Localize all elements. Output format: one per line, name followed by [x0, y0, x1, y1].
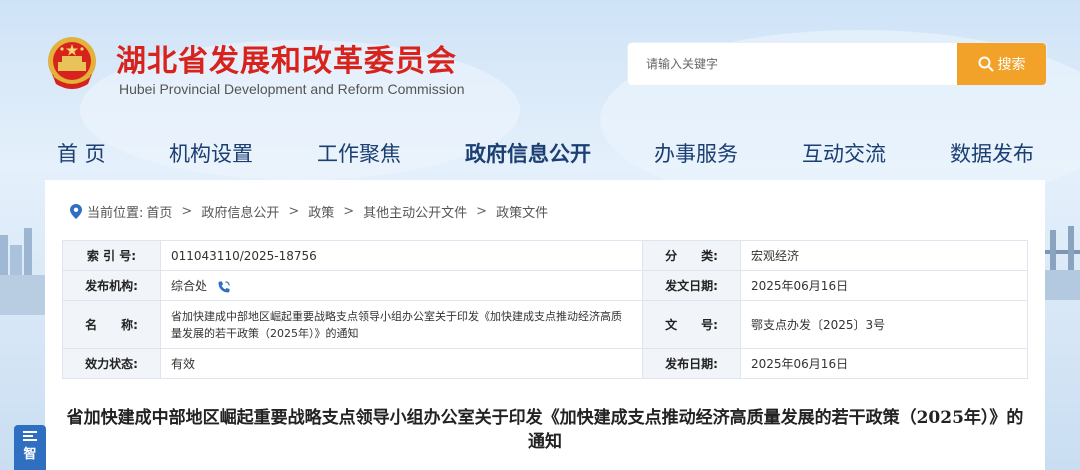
table-row: 效力状态: 有效 发布日期: 2025年06月16日: [62, 348, 1028, 379]
nav-item-organization[interactable]: 机构设置: [169, 138, 253, 168]
breadcrumb-home[interactable]: 首页: [146, 202, 172, 221]
status-label: 效力状态:: [62, 348, 161, 379]
name-label: 名 称:: [62, 300, 161, 349]
nav-item-work-focus[interactable]: 工作聚焦: [317, 138, 401, 168]
side-tab-label: 智: [23, 447, 37, 462]
breadcrumb-prefix: 当前位置:: [87, 206, 144, 221]
main-nav: 首 页 机构设置 工作聚焦 政府信息公开 办事服务 互动交流 数据发布: [0, 138, 1080, 178]
nav-item-interaction[interactable]: 互动交流: [802, 138, 886, 168]
search-icon: [978, 56, 993, 72]
phone-icon[interactable]: [217, 280, 231, 294]
issue-date-label: 发文日期:: [642, 270, 741, 301]
chevron-right-icon: >: [343, 204, 355, 219]
chevron-right-icon: >: [181, 204, 193, 219]
issue-date-value: 2025年06月16日: [740, 270, 1028, 301]
table-row: 发布机构: 综合处 发文日期: 2025年06月16日: [62, 270, 1028, 301]
side-smart-tab[interactable]: 智: [14, 425, 46, 470]
publish-date-value: 2025年06月16日: [740, 348, 1028, 379]
index-label: 索 引 号:: [62, 240, 161, 271]
document-meta-table: 索 引 号: 011043110/2025-18756 分 类: 宏观经济 发布…: [62, 240, 1028, 379]
breadcrumb-other-docs[interactable]: 其他主动公开文件: [363, 202, 467, 221]
site-title: 湖北省发展和改革委员会: [116, 44, 457, 79]
document-title: 省加快建成中部地区崛起重要战略支点领导小组办公室关于印发《加快建成支点推动经济高…: [66, 408, 1024, 452]
issuer-cell: 综合处: [160, 270, 643, 301]
docno-label: 文 号:: [642, 300, 741, 349]
table-row: 名 称: 省加快建成中部地区崛起重要战略支点领导小组办公室关于印发《加快建成支点…: [62, 300, 1028, 349]
breadcrumb: 当前位置: 首页 > 政府信息公开 > 政策 > 其他主动公开文件 > 政策文件: [70, 202, 548, 221]
index-value: 011043110/2025-18756: [160, 240, 643, 271]
site-subtitle: Hubei Provincial Development and Reform …: [119, 81, 465, 97]
category-value: 宏观经济: [740, 240, 1028, 271]
national-emblem-icon: [48, 37, 96, 89]
docno-value: 鄂支点办发〔2025〕3号: [740, 300, 1028, 349]
nav-item-data-release[interactable]: 数据发布: [950, 138, 1034, 168]
nav-item-home[interactable]: 首 页: [57, 138, 106, 168]
nav-item-services[interactable]: 办事服务: [654, 138, 738, 168]
breadcrumb-gov-info[interactable]: 政府信息公开: [201, 202, 279, 221]
name-cell: 省加快建成中部地区崛起重要战略支点领导小组办公室关于印发《加快建成支点推动经济高…: [160, 300, 643, 349]
content-panel: 当前位置: 首页 > 政府信息公开 > 政策 > 其他主动公开文件 > 政策文件…: [45, 180, 1045, 470]
category-label: 分 类:: [642, 240, 741, 271]
issuer-value: 综合处: [171, 279, 208, 293]
breadcrumb-policy[interactable]: 政策: [308, 202, 334, 221]
breadcrumb-policy-docs[interactable]: 政策文件: [496, 202, 548, 221]
search-button-label: 搜索: [997, 57, 1026, 73]
status-value: 有效: [160, 348, 643, 379]
menu-lines-icon: [23, 431, 37, 441]
nav-item-gov-info[interactable]: 政府信息公开: [465, 138, 591, 168]
location-pin-icon: [70, 204, 82, 219]
chevron-right-icon: >: [288, 204, 300, 219]
table-row: 索 引 号: 011043110/2025-18756 分 类: 宏观经济: [62, 240, 1028, 271]
chevron-right-icon: >: [476, 204, 488, 219]
search-input[interactable]: [628, 43, 957, 85]
name-value: 省加快建成中部地区崛起重要战略支点领导小组办公室关于印发《加快建成支点推动经济高…: [171, 309, 622, 340]
publish-date-label: 发布日期:: [642, 348, 741, 379]
search-box: 搜索: [628, 43, 1046, 85]
search-button[interactable]: 搜索: [957, 43, 1046, 85]
issuer-label: 发布机构:: [62, 270, 161, 301]
